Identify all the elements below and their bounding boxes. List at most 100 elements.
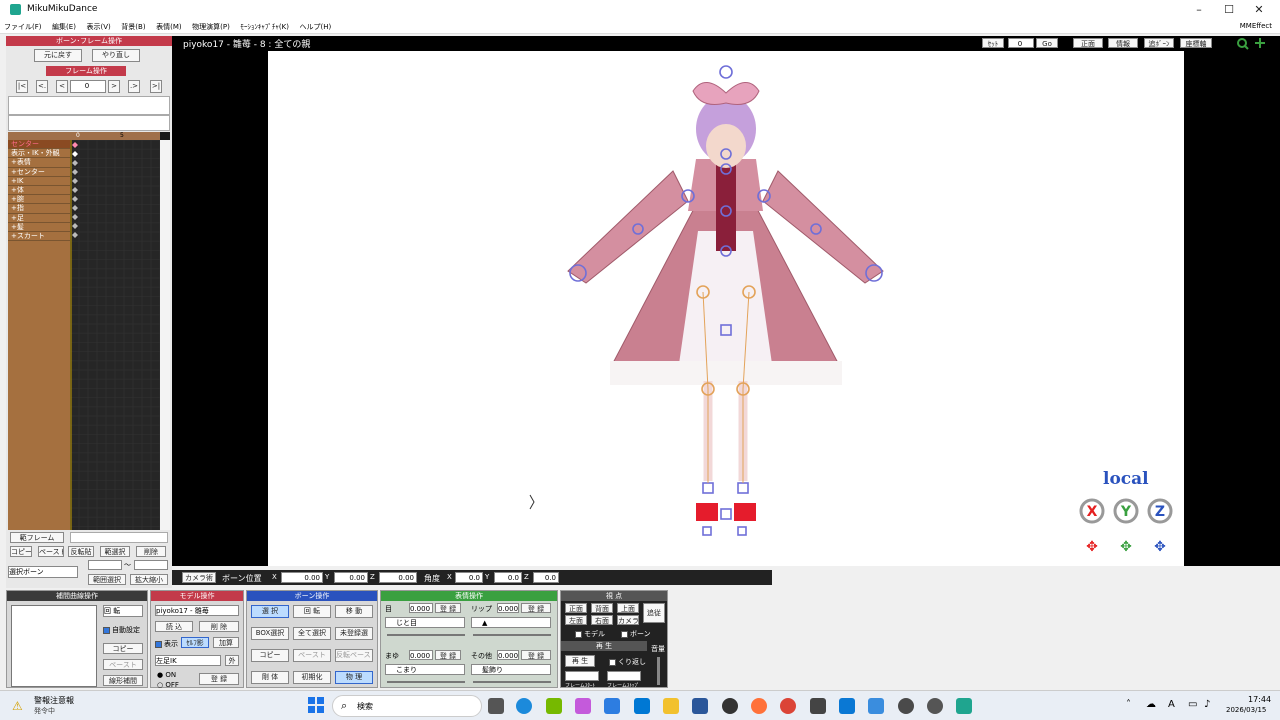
brow-morph-dropdown[interactable]: こまり — [385, 664, 465, 675]
front-view-button[interactable]: 正面 — [1073, 38, 1103, 48]
on-radio[interactable]: ● ON — [157, 671, 176, 679]
eye-slider[interactable] — [387, 634, 465, 636]
menu-edit[interactable]: 編集(E) — [48, 20, 80, 34]
outside-button[interactable]: 外 — [225, 655, 239, 666]
file-explorer-icon[interactable] — [663, 698, 679, 714]
range-to-input[interactable] — [134, 560, 168, 570]
task-view-icon[interactable] — [488, 698, 504, 714]
lip-morph-dropdown[interactable]: ▲ — [471, 617, 551, 628]
timeline-row[interactable]: +髪 — [8, 223, 70, 232]
bone-checkbox[interactable]: ボーン — [621, 629, 651, 639]
interp-copy-button[interactable]: コピー — [103, 643, 143, 654]
maximize-button[interactable]: ☐ — [1214, 2, 1244, 18]
menu-view[interactable]: 表示(V) — [82, 20, 114, 34]
prev-frame-button[interactable]: < — [56, 80, 68, 93]
network-icon[interactable]: ▭ — [1188, 699, 1197, 710]
right-view-btn[interactable]: 右面 — [591, 615, 613, 625]
camera-mode-button[interactable]: カメラ術 — [182, 572, 216, 583]
weather-warning-title[interactable]: 警報注意報 — [34, 695, 74, 706]
range-select-button[interactable]: 範選択 — [100, 546, 130, 557]
to-frame-checkbox[interactable]: フレームｽﾄｯﾌﾟ — [607, 682, 639, 689]
last-frame-button[interactable]: >| — [150, 80, 162, 93]
start-icon[interactable] — [308, 697, 324, 713]
load-model-button[interactable]: 読 込 — [155, 621, 193, 632]
timeline[interactable]: 0 5 センター 表示・IK・外観 +表情 +センター +IK +体 +腕 +指… — [8, 132, 170, 530]
app-icon-a[interactable] — [604, 698, 620, 714]
model-checkbox[interactable]: モデル — [575, 629, 605, 639]
copy-frame-button[interactable]: コピー — [10, 546, 32, 557]
rigid-body-button[interactable]: 剛 体 — [251, 671, 289, 684]
brow-register-button[interactable]: 登 録 — [435, 650, 461, 660]
interp-paste-button[interactable]: ペースト — [103, 659, 143, 670]
app-icon-e[interactable] — [927, 698, 943, 714]
prev-key-button[interactable]: <. — [36, 80, 48, 93]
linear-interp-button[interactable]: 線形補間 — [103, 675, 143, 686]
initialize-button[interactable]: 初期化 — [293, 671, 331, 684]
timeline-row[interactable]: +スカート — [8, 232, 70, 242]
zoom-icon[interactable] — [1236, 36, 1272, 50]
mmd-taskbar-icon[interactable] — [956, 698, 972, 714]
timeline-row[interactable]: +センター — [8, 168, 70, 177]
menu-morph[interactable]: 表情(M) — [152, 20, 186, 34]
angle-z-input[interactable]: 0.0 — [533, 572, 559, 583]
menu-motion-capture[interactable]: ﾓｰｼｮﾝｷｬﾌﾟﾁｬ(K) — [236, 20, 293, 34]
repeat-checkbox[interactable]: くり返し — [609, 657, 646, 667]
select-bone-dropdown[interactable]: 選択ボーン — [8, 566, 78, 578]
auto-setting-checkbox[interactable]: 自動設定 — [103, 625, 140, 635]
register-model-button[interactable]: 登 録 — [199, 673, 239, 685]
clock-time[interactable]: 17:44 — [1248, 695, 1271, 704]
delete-frame-button[interactable]: 削除 — [136, 546, 166, 557]
app-icon-c[interactable] — [868, 698, 884, 714]
camera-view-btn[interactable]: カメラ — [617, 615, 639, 625]
delete-model-button[interactable]: 削 除 — [199, 621, 239, 632]
axis-button[interactable]: 座標軸 — [1180, 38, 1212, 48]
select-bone-button[interactable]: 選 択 — [251, 605, 289, 618]
other-slider[interactable] — [473, 681, 551, 683]
weather-warning-sub[interactable]: 発令中 — [34, 706, 55, 716]
unregistered-select-button[interactable]: 未登録選 — [335, 627, 373, 640]
timeline-row[interactable]: +指 — [8, 204, 70, 214]
ik-bone-dropdown[interactable]: 左足IK — [155, 655, 221, 666]
box-select-button[interactable]: BOX選択 — [251, 627, 289, 640]
menu-mmeffect[interactable]: MMEffect — [1240, 22, 1272, 30]
brow-value-input[interactable]: 0.000 — [409, 650, 433, 660]
copilot-icon[interactable] — [575, 698, 591, 714]
bone-paste-button[interactable]: ペースト — [293, 649, 331, 662]
interp-type-dropdown[interactable]: 回 転 — [103, 605, 143, 617]
eye-morph-dropdown[interactable]: じと目 — [385, 617, 465, 628]
reverse-paste-bone-button[interactable]: 反転ペースト — [335, 649, 373, 662]
paste-frame-button[interactable]: ペースト — [38, 546, 64, 557]
next-key-button[interactable]: .> — [128, 80, 140, 93]
next-frame-button[interactable]: > — [108, 80, 120, 93]
bone-copy-button[interactable]: コピー — [251, 649, 289, 662]
store-icon[interactable] — [692, 698, 708, 714]
physics-button[interactable]: 物 理 — [335, 671, 373, 684]
axis-gizmo[interactable]: X Y Z ✥ ✥ ✥ — [1076, 497, 1186, 561]
play-from-input[interactable] — [565, 671, 599, 681]
follow-bone-button[interactable]: 追ﾎﾞｰﾝ — [1144, 38, 1174, 48]
rotate-bone-button[interactable]: 回 転 — [293, 605, 331, 618]
undo-button[interactable]: 元に戻す — [34, 49, 82, 62]
volume-slider[interactable] — [657, 657, 660, 685]
timeline-row[interactable]: +表情 — [8, 158, 70, 168]
front-view-btn[interactable]: 正面 — [565, 603, 587, 613]
first-frame-button[interactable]: |< — [16, 80, 28, 93]
view-frame-input[interactable]: 0 — [1008, 38, 1034, 48]
play-button[interactable]: 再 生 — [565, 655, 595, 667]
app-icon-d[interactable] — [898, 698, 914, 714]
range-slider[interactable] — [70, 532, 168, 543]
range-select-2-button[interactable]: 範囲選択 — [88, 574, 126, 585]
brow-slider[interactable] — [387, 681, 465, 683]
terminal-icon[interactable] — [810, 698, 826, 714]
angle-x-input[interactable]: 0.0 — [455, 572, 483, 583]
chrome-icon[interactable] — [780, 698, 796, 714]
minimize-button[interactable]: – — [1184, 2, 1214, 18]
edge-icon[interactable] — [516, 698, 532, 714]
play-to-input[interactable] — [607, 671, 641, 681]
range-from-input[interactable] — [88, 560, 122, 570]
timeline-row[interactable]: +体 — [8, 186, 70, 196]
close-button[interactable]: ✕ — [1244, 2, 1274, 18]
info-button[interactable]: 情報 — [1108, 38, 1138, 48]
lip-register-button[interactable]: 登 録 — [521, 603, 551, 613]
menu-background[interactable]: 背景(B) — [117, 20, 149, 34]
